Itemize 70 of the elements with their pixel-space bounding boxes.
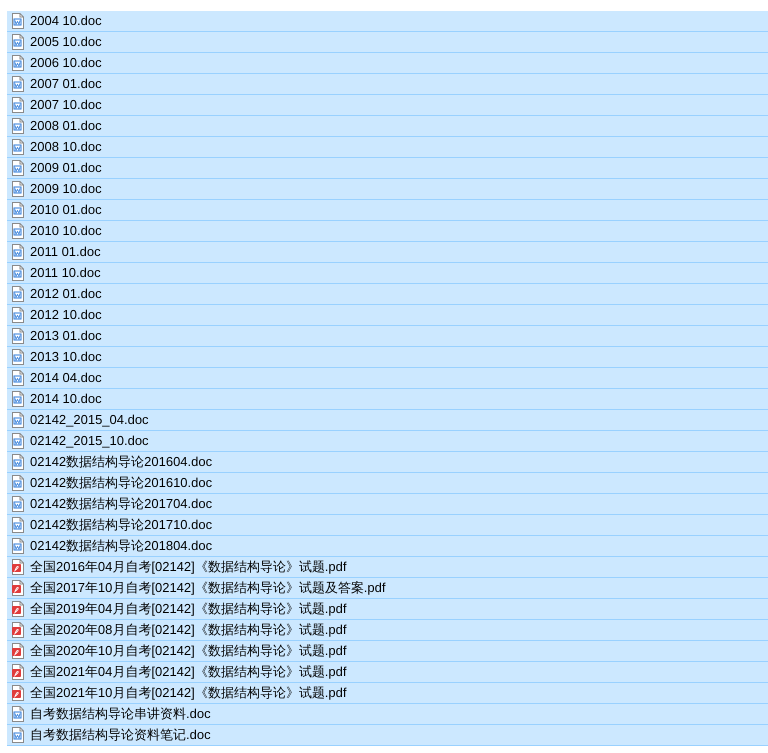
word-document-icon: [11, 202, 25, 218]
file-row[interactable]: 全国2017年10月自考[02142]《数据结构导论》试题及答案.pdf: [7, 578, 768, 599]
file-row[interactable]: 02142数据结构导论201610.doc: [7, 473, 768, 494]
word-document-icon: [11, 76, 25, 92]
word-document-icon: [11, 34, 25, 50]
pdf-document-icon: [11, 664, 25, 680]
file-row[interactable]: 2013 01.doc: [7, 326, 768, 347]
file-row[interactable]: 2004 10.doc: [7, 11, 768, 32]
word-document-icon: [11, 118, 25, 134]
file-row[interactable]: 2014 10.doc: [7, 389, 768, 410]
file-row[interactable]: 02142数据结构导论201704.doc: [7, 494, 768, 515]
file-row[interactable]: 02142数据结构导论201804.doc: [7, 536, 768, 557]
file-row[interactable]: 02142数据结构导论201710.doc: [7, 515, 768, 536]
word-document-icon: [11, 13, 25, 29]
word-document-icon: [11, 391, 25, 407]
word-document-icon: [11, 328, 25, 344]
word-document-icon: [11, 538, 25, 554]
word-document-icon: [11, 475, 25, 491]
word-document-icon: [11, 244, 25, 260]
file-row[interactable]: 2006 10.doc: [7, 53, 768, 74]
word-document-icon: [11, 286, 25, 302]
pdf-document-icon: [11, 622, 25, 638]
file-row[interactable]: 2012 01.doc: [7, 284, 768, 305]
word-document-icon: [11, 433, 25, 449]
file-row[interactable]: 全国2020年08月自考[02142]《数据结构导论》试题.pdf: [7, 620, 768, 641]
file-row[interactable]: 02142_2015_04.doc: [7, 410, 768, 431]
file-row[interactable]: 2010 01.doc: [7, 200, 768, 221]
word-document-icon: [11, 181, 25, 197]
file-row[interactable]: 全国2021年04月自考[02142]《数据结构导论》试题.pdf: [7, 662, 768, 683]
file-row[interactable]: 自考数据结构导论串讲资料.doc: [7, 704, 768, 725]
word-document-icon: [11, 160, 25, 176]
word-document-icon: [11, 349, 25, 365]
word-document-icon: [11, 412, 25, 428]
word-document-icon: [11, 496, 25, 512]
word-document-icon: [11, 517, 25, 533]
file-row[interactable]: 2007 01.doc: [7, 74, 768, 95]
file-row[interactable]: 2013 10.doc: [7, 347, 768, 368]
word-document-icon: [11, 727, 25, 743]
file-row[interactable]: 全国2019年04月自考[02142]《数据结构导论》试题.pdf: [7, 599, 768, 620]
file-row[interactable]: 全国2016年04月自考[02142]《数据结构导论》试题.pdf: [7, 557, 768, 578]
file-row[interactable]: 2008 10.doc: [7, 137, 768, 158]
pdf-document-icon: [11, 580, 25, 596]
file-row[interactable]: 2007 10.doc: [7, 95, 768, 116]
file-row[interactable]: 全国2020年10月自考[02142]《数据结构导论》试题.pdf: [7, 641, 768, 662]
word-document-icon: [11, 265, 25, 281]
word-document-icon: [11, 454, 25, 470]
file-row[interactable]: 2012 10.doc: [7, 305, 768, 326]
file-row[interactable]: 2010 10.doc: [7, 221, 768, 242]
file-row[interactable]: 2014 04.doc: [7, 368, 768, 389]
word-document-icon: [11, 55, 25, 71]
pdf-document-icon: [11, 559, 25, 575]
word-document-icon: [11, 97, 25, 113]
file-row[interactable]: 2005 10.doc: [7, 32, 768, 53]
file-row[interactable]: 自考数据结构导论资料笔记.doc: [7, 725, 768, 746]
pdf-document-icon: [11, 601, 25, 617]
file-row[interactable]: 02142_2015_10.doc: [7, 431, 768, 452]
word-document-icon: [11, 223, 25, 239]
file-row[interactable]: 2009 10.doc: [7, 179, 768, 200]
word-document-icon: [11, 139, 25, 155]
file-row[interactable]: 2011 01.doc: [7, 242, 768, 263]
word-document-icon: [11, 370, 25, 386]
pdf-document-icon: [11, 685, 25, 701]
file-row[interactable]: 2011 10.doc: [7, 263, 768, 284]
word-document-icon: [11, 307, 25, 323]
file-row[interactable]: 2008 01.doc: [7, 116, 768, 137]
file-row[interactable]: 02142数据结构导论201604.doc: [7, 452, 768, 473]
word-document-icon: [11, 706, 25, 722]
pdf-document-icon: [11, 643, 25, 659]
file-row[interactable]: 2009 01.doc: [7, 158, 768, 179]
file-row[interactable]: 全国2021年10月自考[02142]《数据结构导论》试题.pdf: [7, 683, 768, 704]
